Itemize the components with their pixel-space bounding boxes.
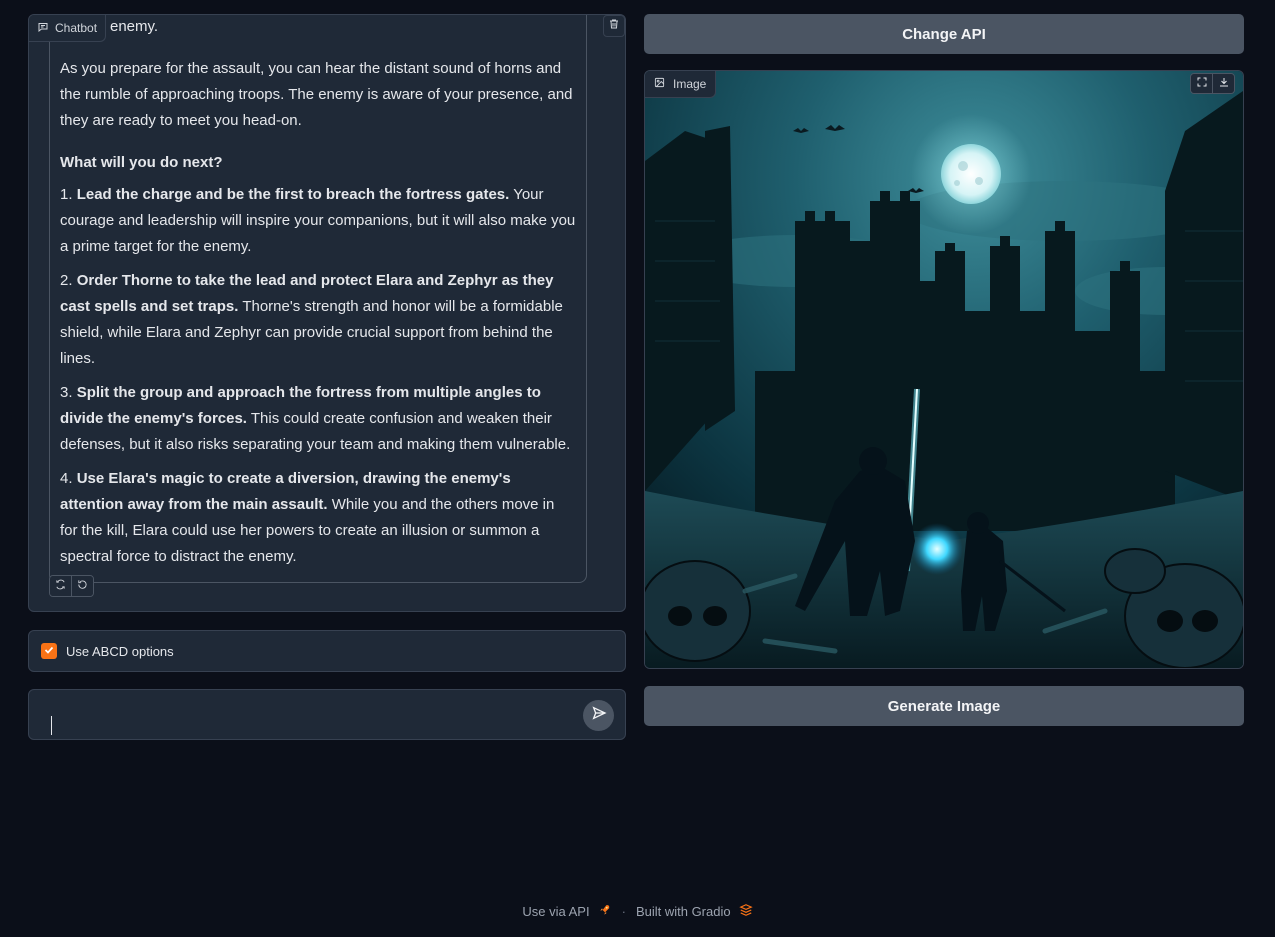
abcd-checkbox-label: Use ABCD options [66,643,174,659]
retry-button[interactable] [50,576,71,596]
option-item: 4. Use Elara's magic to create a diversi… [60,470,555,565]
generate-image-button[interactable]: Generate Image [644,686,1244,726]
bot-message: checks his weapons, his eyes scanning th… [49,15,587,583]
download-icon [1218,75,1230,93]
built-with-gradio-link[interactable]: Built with Gradio [636,903,753,920]
chatbot-label: Chatbot [29,15,107,42]
option-item: 3. Split the group and approach the fort… [60,384,571,453]
message-input-row [28,689,626,740]
send-icon [591,705,607,726]
footer: Use via API · Built with Gradio [0,900,1275,922]
undo-button[interactable] [71,576,93,596]
message-intro: checks his weapons, his eyes scanning th… [110,18,159,35]
download-button[interactable] [1212,74,1234,93]
image-icon [654,77,665,91]
abcd-checkbox[interactable] [41,643,57,659]
rocket-icon [598,903,612,920]
fullscreen-icon [1196,75,1208,93]
message-paragraph: As you prepare for the assault, you can … [60,60,573,129]
image-toolbar [1190,73,1235,94]
chat-icon [37,21,49,36]
send-button[interactable] [583,700,614,731]
image-panel: Image [644,70,1244,669]
message-question: What will you do next? [60,154,223,171]
text-caret [51,716,52,735]
footer-separator: · [621,903,626,919]
checkmark-icon [43,644,55,659]
chatbot-panel: Chatbot checks his weapons, his eyes sca… [28,14,626,612]
generated-image [645,71,1243,668]
abcd-options-row[interactable]: Use ABCD options [28,630,626,672]
fullscreen-button[interactable] [1191,74,1212,93]
use-via-api-link[interactable]: Use via API [522,903,611,920]
clear-chat-button[interactable] [603,15,625,37]
message-input[interactable] [43,704,577,732]
gradio-logo-icon [738,903,753,920]
image-label: Image [645,71,717,98]
option-item: 2. Order Thorne to take the lead and pro… [60,272,563,367]
message-actions [49,575,94,597]
option-item: 1. Lead the charge and be the first to b… [60,186,576,255]
trash-icon [608,17,620,35]
change-api-button[interactable]: Change API [644,14,1244,54]
refresh-icon [55,577,66,595]
undo-icon [77,577,88,595]
